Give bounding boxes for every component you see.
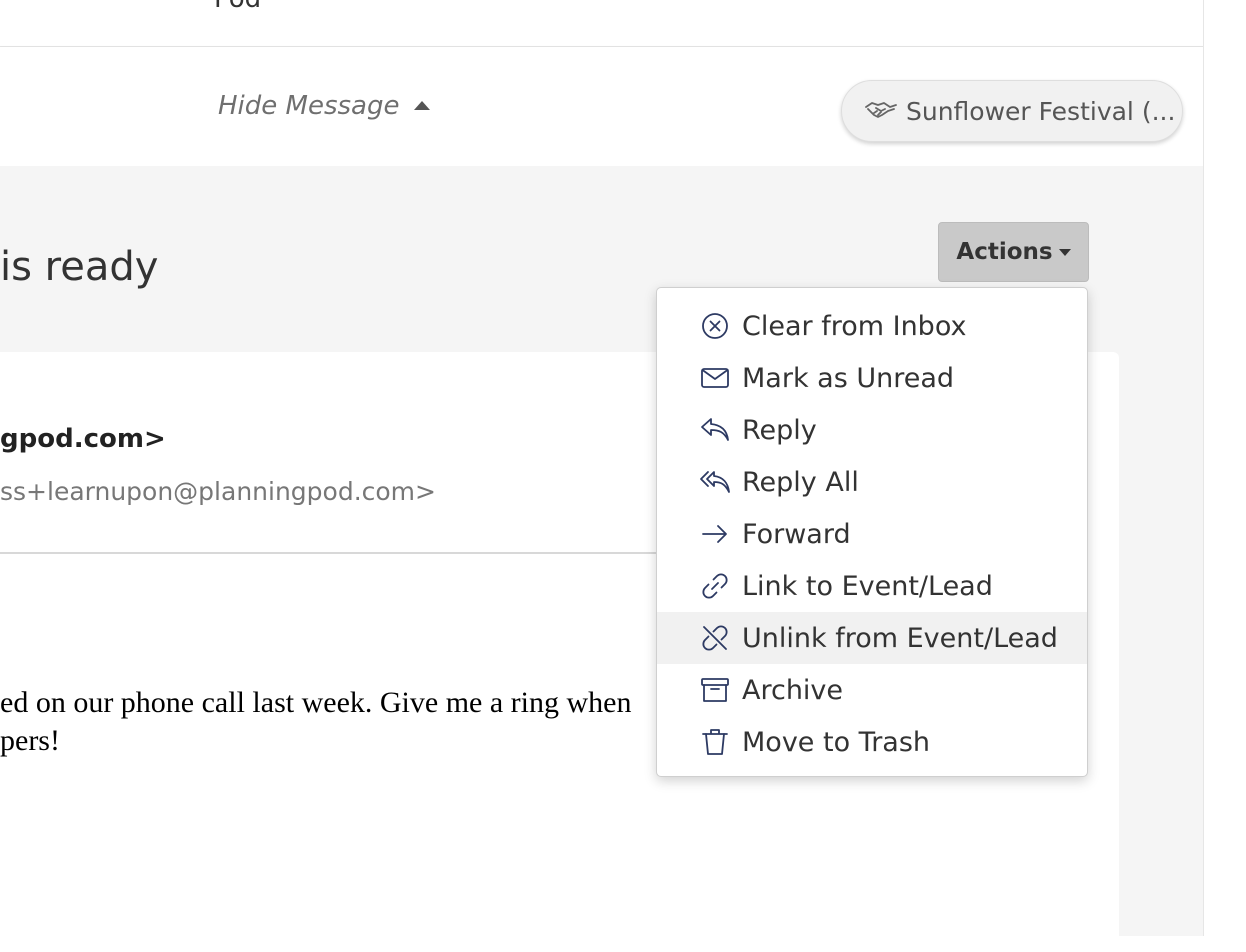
hide-message-label: Hide Message [218,91,400,121]
link-icon [702,573,728,599]
actions-button-label: Actions [956,239,1053,265]
menu-item-label: Archive [742,674,844,706]
menu-item-clear-from-inbox[interactable]: Clear from Inbox [657,300,1087,352]
hide-message-toggle[interactable]: Hide Message [218,91,430,121]
forward-arrow-icon [702,525,727,543]
archive-box-icon [701,678,729,702]
reply-icon [701,418,729,441]
menu-item-mark-as-unread[interactable]: Mark as Unread [657,352,1087,404]
menu-item-label: Unlink from Event/Lead [742,622,1058,654]
message-subject: is ready [0,244,159,290]
menu-item-reply-all[interactable]: Reply All [657,456,1087,508]
divider [0,552,700,554]
actions-dropdown-menu: Clear from Inbox Mark as Unread Reply Re… [656,287,1088,777]
scrollbar-track[interactable] [1203,0,1246,936]
actions-button[interactable]: Actions [938,222,1089,282]
menu-item-label: Link to Event/Lead [742,570,993,602]
circle-x-icon [702,313,728,339]
from-address: gpod.com> [0,424,166,454]
envelope-icon [701,368,729,388]
menu-item-label: Forward [742,518,851,550]
to-address: ss+learnupon@planningpod.com> [0,477,436,506]
unlink-icon [702,625,728,651]
menu-item-forward[interactable]: Forward [657,508,1087,560]
handshake-icon [865,102,897,118]
menu-item-label: Reply All [742,466,859,498]
menu-item-label: Reply [742,414,817,446]
menu-item-label: Mark as Unread [742,362,955,394]
caret-down-icon [1058,248,1071,256]
menu-item-label: Clear from Inbox [742,310,967,342]
linked-event-label: Sunflower Festival (... [906,96,1176,126]
reply-all-icon [700,471,730,493]
message-body: ed on our phone call last week. Give me … [0,686,632,757]
menu-item-link-to-event-lead[interactable]: Link to Event/Lead [657,560,1087,612]
menu-item-move-to-trash[interactable]: Move to Trash [657,716,1087,768]
trash-icon [702,729,728,755]
top-strip: Pod [0,0,1203,47]
menu-item-reply[interactable]: Reply [657,404,1087,456]
linked-event-pill[interactable]: Sunflower Festival (... [841,80,1183,142]
menu-item-unlink-from-event-lead[interactable]: Unlink from Event/Lead [657,612,1087,664]
top-partial-text: Pod [214,0,261,14]
caret-up-icon [413,100,430,110]
menu-item-label: Move to Trash [742,726,931,758]
menu-item-archive[interactable]: Archive [657,664,1087,716]
